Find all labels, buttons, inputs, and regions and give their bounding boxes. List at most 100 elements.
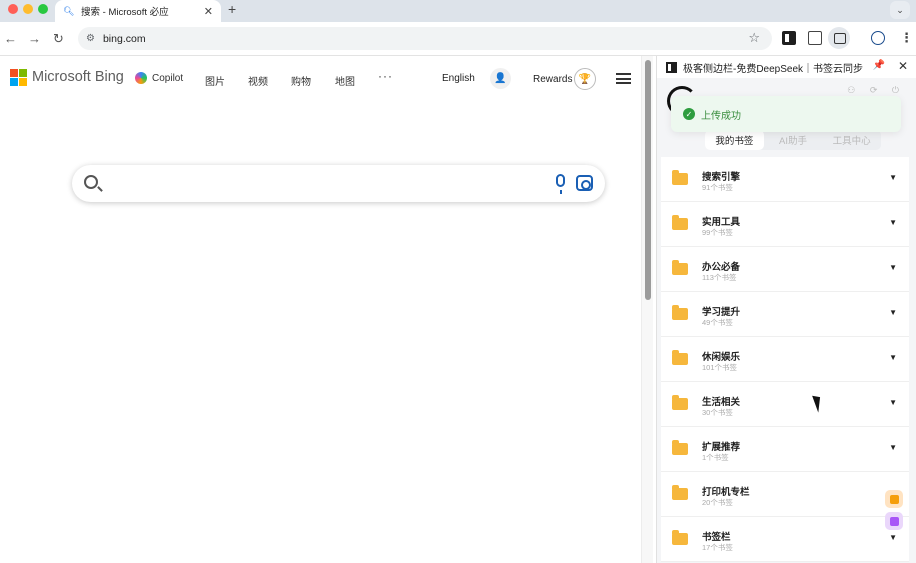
maximize-window-button[interactable]: [38, 4, 48, 14]
close-panel-icon[interactable]: ✕: [898, 59, 908, 73]
extensions-puzzle-icon[interactable]: [808, 31, 822, 45]
folder-icon: [672, 215, 688, 230]
user-avatar-icon[interactable]: 👤: [490, 68, 511, 89]
site-settings-icon[interactable]: ⚙: [86, 33, 95, 44]
upload-success-toast: ✓ 上传成功: [671, 96, 901, 132]
tab-strip: 🔍︎ 搜索 - Microsoft 必应 ✕ + ⌄: [0, 0, 916, 22]
browser-tab[interactable]: 🔍︎ 搜索 - Microsoft 必应 ✕: [55, 0, 221, 22]
tag-icon: [889, 494, 899, 504]
expand-caret-icon[interactable]: ▼: [889, 308, 897, 317]
bookmark-folder[interactable]: 学习提升 49个书签 ▼: [661, 292, 909, 337]
expand-caret-icon[interactable]: ▼: [889, 533, 897, 542]
new-tab-button[interactable]: +: [228, 1, 236, 17]
side-panel-toggle-icon[interactable]: [828, 27, 850, 49]
bookmark-folder[interactable]: 实用工具 99个书签 ▼: [661, 202, 909, 247]
expand-caret-icon[interactable]: ▼: [889, 443, 897, 452]
folder-icon: [672, 260, 688, 275]
check-circle-icon: ✓: [683, 108, 695, 120]
folder-name: 休闲娱乐: [702, 352, 741, 363]
folder-icon: [672, 305, 688, 320]
folder-name: 生活相关: [702, 397, 741, 408]
tag-float-button[interactable]: [885, 490, 903, 508]
profile-icon[interactable]: [871, 31, 885, 45]
folder-icon: [672, 530, 688, 545]
tab-title: 搜索 - Microsoft 必应: [81, 7, 169, 18]
copilot-label: Copilot: [152, 72, 184, 84]
forward-button[interactable]: →: [28, 31, 41, 46]
back-button[interactable]: ←: [4, 31, 17, 46]
folder-count: 101个书签: [702, 363, 738, 372]
side-panel: 极客侧边栏-免费DeepSeek｜书签云同步 📌 ✕ ⚇ ⟳ ⏻ 我的书签 AI…: [656, 56, 916, 563]
folder-name: 办公必备: [702, 262, 741, 273]
close-window-button[interactable]: [8, 4, 18, 14]
tab-search-button[interactable]: ⌄: [890, 1, 910, 19]
nav-maps[interactable]: 地图: [335, 73, 355, 88]
folder-icon: [672, 485, 688, 500]
scrollbar-thumb[interactable]: [645, 60, 651, 300]
folder-name: 扩展推荐: [702, 442, 741, 453]
bookmark-folder[interactable]: 扩展推荐 1个书签 ▼: [661, 427, 909, 472]
tab-tool-center[interactable]: 工具中心: [822, 130, 881, 150]
folder-icon: [672, 395, 688, 410]
side-panel-body: ⚇ ⟳ ⏻ 我的书签 AI助手 工具中心 搜索引擎 91个书签 ▼ 实用工具 9…: [657, 78, 916, 563]
bookmark-folder[interactable]: 打印机专栏 20个书签 ▼: [661, 472, 909, 517]
toast-message: 上传成功: [701, 110, 741, 122]
bing-page: Microsoft Bing Copilot 图片 视频 购物 地图 ··· E…: [0, 56, 641, 563]
nav-images[interactable]: 图片: [205, 73, 225, 88]
nav-videos[interactable]: 视频: [248, 73, 268, 88]
search-icon: 🔍︎: [63, 5, 75, 16]
folder-icon: [672, 170, 688, 185]
bookmark-folder[interactable]: 办公必备 113个书签 ▼: [661, 247, 909, 292]
note-icon: [889, 516, 899, 526]
folder-count: 17个书签: [702, 543, 733, 552]
search-icon: [84, 175, 98, 189]
tab-ai-assistant[interactable]: AI助手: [764, 130, 823, 150]
expand-caret-icon[interactable]: ▼: [889, 353, 897, 362]
page-scrollbar[interactable]: [641, 56, 653, 563]
sidebar-extension-icon[interactable]: [782, 31, 796, 45]
bookmark-star-icon[interactable]: ☆: [748, 30, 760, 46]
browser-toolbar: ← → ↻ ⚙ bing.com ☆ ⋮: [0, 22, 916, 56]
hamburger-menu-icon[interactable]: [616, 73, 631, 84]
folder-count: 30个书签: [702, 408, 733, 417]
folder-count: 1个书签: [702, 453, 729, 462]
language-link[interactable]: English: [442, 73, 475, 84]
search-box[interactable]: [72, 165, 605, 202]
folder-count: 20个书签: [702, 498, 733, 507]
bookmark-folder[interactable]: 搜索引擎 91个书签 ▼: [661, 157, 909, 202]
expand-caret-icon[interactable]: ▼: [889, 398, 897, 407]
folder-count: 91个书签: [702, 183, 733, 192]
extension-logo-icon: [666, 61, 677, 73]
copilot-link[interactable]: Copilot: [135, 72, 183, 84]
bookmark-folder-list: 搜索引擎 91个书签 ▼ 实用工具 99个书签 ▼ 办公必备 113个书签 ▼ …: [661, 157, 909, 562]
expand-caret-icon[interactable]: ▼: [889, 263, 897, 272]
folder-icon: [672, 350, 688, 365]
search-input[interactable]: [108, 173, 538, 193]
bookmark-folder[interactable]: 生活相关 30个书签 ▼: [661, 382, 909, 427]
bookmark-folder[interactable]: 书签栏 17个书签 ▼: [661, 517, 909, 562]
header-action-icons[interactable]: ⚇ ⟳ ⏻: [847, 85, 905, 96]
rewards-label[interactable]: Rewards: [533, 74, 572, 85]
note-float-button[interactable]: [885, 512, 903, 530]
bookmark-folder[interactable]: 休闲娱乐 101个书签 ▼: [661, 337, 909, 382]
pin-icon[interactable]: 📌: [873, 60, 885, 71]
address-bar[interactable]: ⚙ bing.com ☆: [78, 27, 772, 50]
tab-my-bookmarks[interactable]: 我的书签: [705, 130, 764, 150]
bing-brand[interactable]: Microsoft Bing: [32, 69, 124, 85]
folder-count: 49个书签: [702, 318, 733, 327]
folder-count: 113个书签: [702, 273, 737, 282]
microphone-icon[interactable]: [556, 174, 565, 194]
expand-caret-icon[interactable]: ▼: [889, 173, 897, 182]
close-tab-icon[interactable]: ✕: [204, 5, 213, 18]
reload-button[interactable]: ↻: [53, 31, 64, 47]
folder-name: 打印机专栏: [702, 487, 750, 498]
browser-menu-icon[interactable]: ⋮: [900, 30, 913, 46]
nav-shopping[interactable]: 购物: [291, 73, 311, 88]
visual-search-icon[interactable]: [576, 175, 593, 191]
more-menu-icon[interactable]: ···: [378, 69, 393, 83]
trophy-icon[interactable]: 🏆: [574, 68, 596, 90]
expand-caret-icon[interactable]: ▼: [889, 218, 897, 227]
microsoft-logo-icon[interactable]: [10, 69, 27, 86]
folder-count: 99个书签: [702, 228, 733, 237]
minimize-window-button[interactable]: [23, 4, 33, 14]
